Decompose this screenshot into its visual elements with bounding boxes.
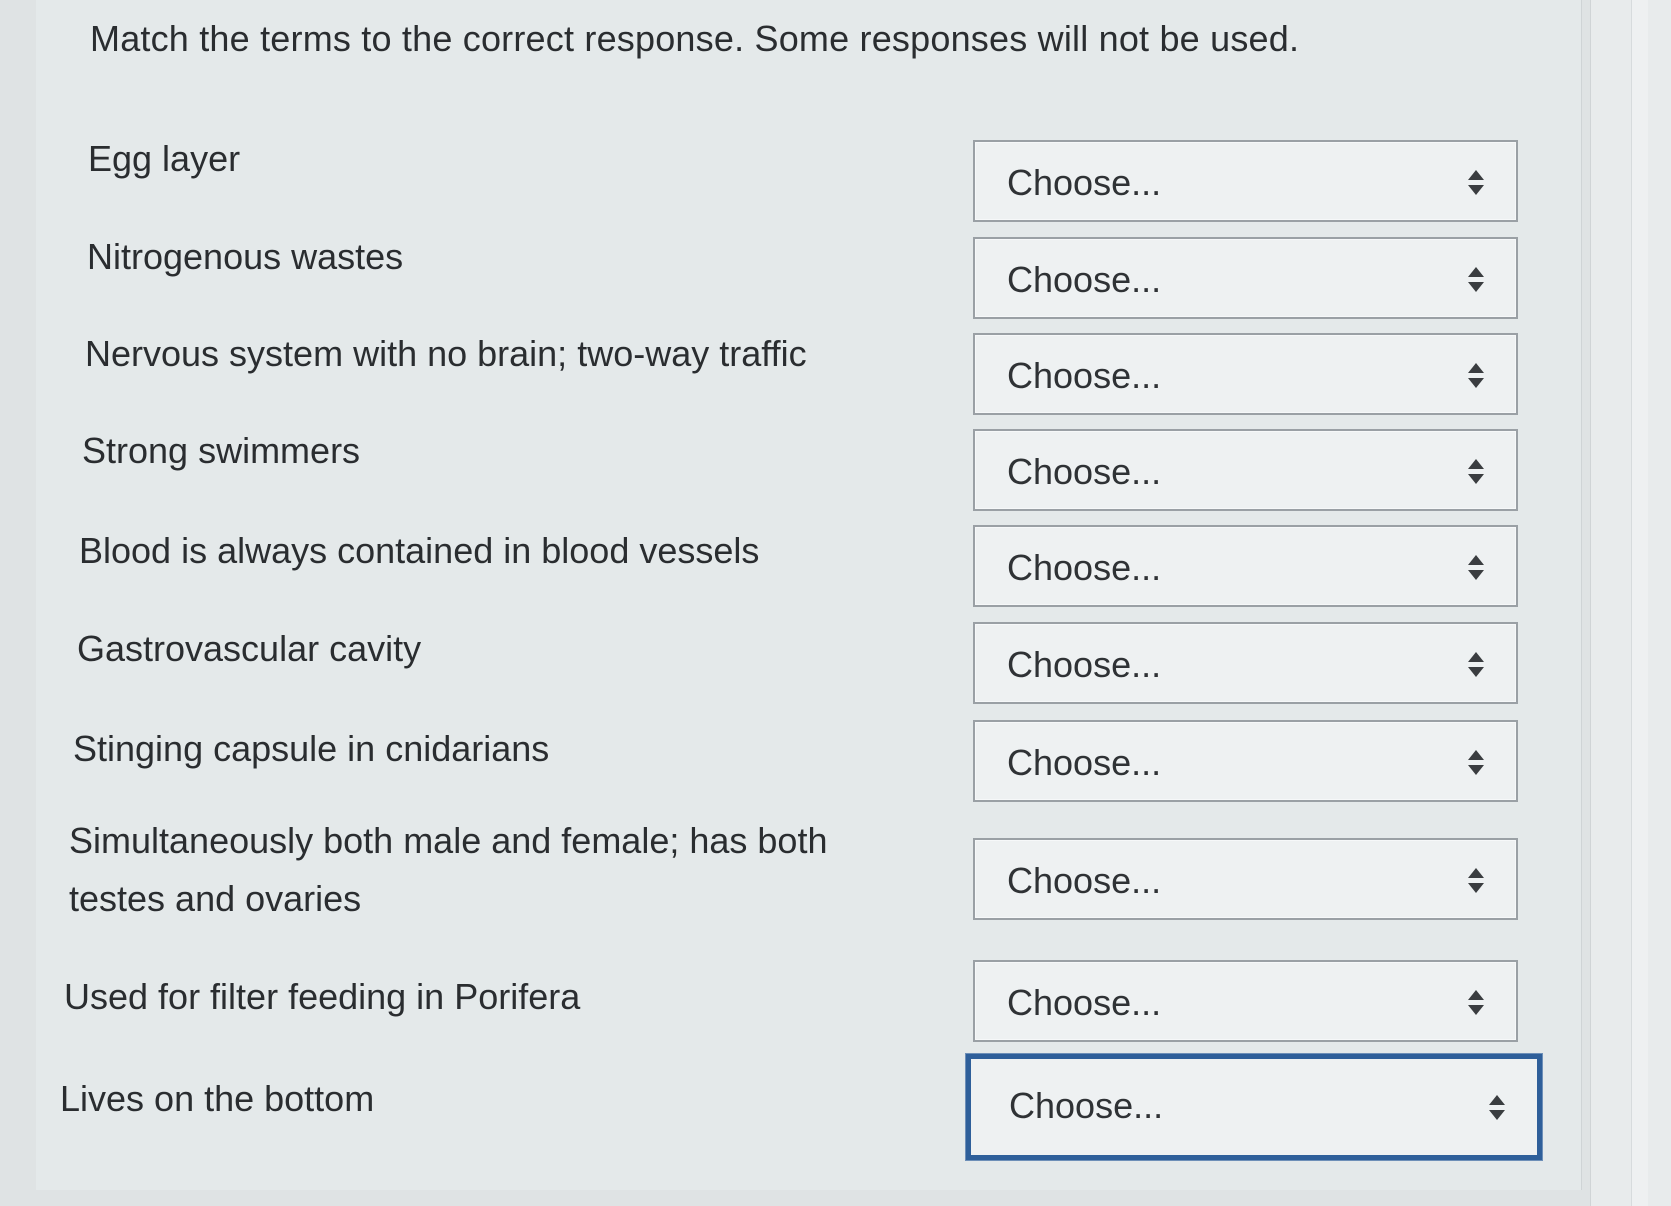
select-value: Choose... [1007, 982, 1162, 1023]
updown-arrows-icon [1468, 652, 1484, 680]
select-value: Choose... [1007, 742, 1162, 783]
answer-select[interactable]: Choose... [966, 1054, 1542, 1160]
term-label: Used for filter feeding in Porifera [64, 976, 581, 1017]
select-value: Choose... [1007, 860, 1162, 901]
question-text: Match the terms to the correct response.… [90, 18, 1300, 59]
term-label: Nitrogenous wastes [87, 236, 404, 277]
select-value: Choose... [1009, 1085, 1164, 1126]
updown-arrows-icon [1468, 750, 1484, 778]
updown-arrows-icon [1468, 459, 1484, 487]
answer-select[interactable]: Choose... [973, 237, 1518, 319]
updown-arrows-icon [1468, 555, 1484, 583]
select-value: Choose... [1007, 355, 1162, 396]
answer-select[interactable]: Choose... [973, 333, 1518, 415]
term-label: Simultaneously both male and female; has… [69, 820, 828, 919]
updown-arrows-icon [1468, 267, 1484, 295]
answer-select[interactable]: Choose... [973, 140, 1518, 222]
term-label: Lives on the bottom [60, 1078, 375, 1119]
updown-arrows-icon [1468, 990, 1484, 1018]
right-sidebar [1590, 0, 1671, 1206]
term-label: Stinging capsule in cnidarians [73, 728, 550, 769]
term-label: Egg layer [88, 138, 241, 179]
term-label: Gastrovascular cavity [77, 628, 422, 669]
answer-select[interactable]: Choose... [973, 429, 1518, 511]
answer-select[interactable]: Choose... [973, 720, 1518, 802]
updown-arrows-icon [1468, 363, 1484, 391]
select-value: Choose... [1007, 162, 1162, 203]
answer-select[interactable]: Choose... [973, 525, 1518, 607]
updown-arrows-icon [1468, 170, 1484, 198]
answer-select[interactable]: Choose... [973, 838, 1518, 920]
answer-select[interactable]: Choose... [973, 960, 1518, 1042]
scrollbar-track[interactable] [1631, 0, 1648, 1206]
select-value: Choose... [1007, 644, 1162, 685]
select-value: Choose... [1007, 451, 1162, 492]
updown-arrows-icon [1489, 1095, 1505, 1123]
term-label: Strong swimmers [82, 430, 361, 471]
select-value: Choose... [1007, 259, 1162, 300]
term-label: Blood is always contained in blood vesse… [79, 530, 760, 571]
updown-arrows-icon [1468, 868, 1484, 896]
select-value: Choose... [1007, 547, 1162, 588]
answer-select[interactable]: Choose... [973, 622, 1518, 704]
term-label: Nervous system with no brain; two-way tr… [85, 333, 807, 374]
